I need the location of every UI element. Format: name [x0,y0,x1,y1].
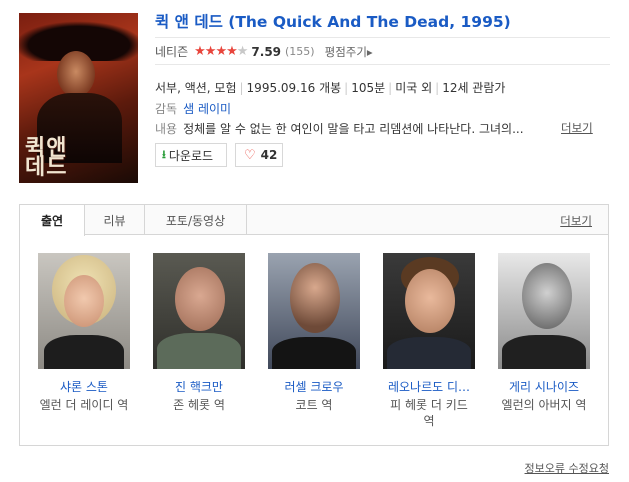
actor-photo[interactable] [383,253,475,369]
actor-name[interactable]: 샤론 스톤 [38,378,130,395]
star-icon: ★ [194,44,206,59]
rating-row: 네티즌 ★★★★★ 7.59 (155) 평점주기▸ [155,43,373,60]
age-rating: 12세 관람가 [442,81,506,95]
separator: | [344,81,349,95]
actor-photo[interactable] [498,253,590,369]
release-date: 1995.09.16 개봉 [246,81,342,95]
rating-score: 7.59 [251,44,282,59]
actor-face [290,263,340,333]
star-empty-icon: ★ [236,44,249,59]
cast-card[interactable]: 샤론 스톤 엘런 더 레이디 역 [38,253,130,413]
actor-name[interactable]: 러셀 크로우 [268,378,360,395]
actor-clothes [44,335,124,369]
actor-face [405,269,455,333]
poster-title: 퀵앤 데드 [25,135,68,180]
rating-label: 네티즌 [155,45,189,59]
actor-role: 엘런의 아버지 역 [501,398,587,412]
download-icon: ⭳ [162,147,166,161]
separator: | [239,81,244,95]
cast-card[interactable]: 진 핵크만 존 헤롯 역 [153,253,245,413]
director-label: 감독 [155,102,178,116]
poster-face [57,51,95,97]
synopsis-row: 내용 정체를 알 수 없는 한 여인이 말을 타고 리뎀션에 나타난다. 그녀의.… [155,120,524,137]
movie-title[interactable]: 퀵 앤 데드 (The Quick And The Dead, 1995) [155,10,511,32]
actor-name[interactable]: 진 핵크만 [153,378,245,395]
synopsis-more-link[interactable]: 더보기 [561,120,593,136]
tab-reviews[interactable]: 리뷰 [85,205,145,235]
cast-card[interactable]: 게리 시나이즈 엘런의 아버지 역 [498,253,590,413]
director-link[interactable]: 샘 레이미 [183,102,231,116]
separator: | [388,81,393,95]
detail-panel: 출연 리뷰 포토/동영상 더보기 샤론 스톤 엘런 더 레이디 역 진 핵크만 … [19,204,609,446]
actor-name[interactable]: 게리 시나이즈 [498,378,590,395]
actor-face [522,263,572,329]
director-row: 감독 샘 레이미 [155,100,231,117]
genre: 서부, 액션, 모험 [155,81,237,95]
like-count: 42 [260,148,278,162]
cast-card[interactable]: 레오나르도 디… 피 헤롯 더 키드 역 [383,253,475,429]
separator: | [435,81,440,95]
cast-card[interactable]: 러셀 크로우 코트 역 [268,253,360,413]
movie-meta: 서부, 액션, 모험 | 1995.09.16 개봉 | 105분 | 미국 외 | 12세 관… [155,79,505,96]
actor-photo[interactable] [268,253,360,369]
heart-icon: ♡ [244,147,256,163]
divider [155,37,610,38]
actor-role: 엘런 더 레이디 역 [39,398,129,412]
tab-photos-videos[interactable]: 포토/동영상 [145,205,247,235]
tab-more-link[interactable]: 더보기 [560,213,592,229]
actor-clothes [157,333,241,369]
actor-photo[interactable] [153,253,245,369]
like-button[interactable]: ♡ 42 [235,143,283,167]
rate-link[interactable]: 평점주기▸ [325,44,373,60]
tab-cast[interactable]: 출연 [20,205,85,236]
star-icon: ★ [204,44,217,59]
actor-clothes [502,335,586,369]
actor-role: 피 헤롯 더 키드 역 [390,398,468,428]
actor-face [64,275,104,327]
download-button[interactable]: ⭳ 다운로드 [155,143,227,167]
star-icon: ★ [215,44,227,59]
star-icon: ★ [226,44,238,59]
runtime: 105분 [351,81,386,95]
tab-bar: 출연 리뷰 포토/동영상 더보기 [20,205,608,236]
actor-clothes [272,337,356,369]
actor-face [175,267,225,331]
actor-clothes [387,337,471,369]
divider [155,64,610,65]
report-error-link[interactable]: 정보오류 수정요청 [525,460,609,476]
synopsis-label: 내용 [155,122,178,136]
actor-name[interactable]: 레오나르도 디… [383,378,475,395]
actor-role: 존 헤롯 역 [173,398,225,412]
actor-role: 코트 역 [295,398,333,412]
rating-count: (155) [285,45,315,58]
actor-photo[interactable] [38,253,130,369]
synopsis-text: 정체를 알 수 없는 한 여인이 말을 타고 리뎀션에 나타난다. 그녀의... [183,122,524,136]
country: 미국 외 [395,81,433,95]
star-rating: ★★★★★ [194,44,249,59]
movie-poster[interactable]: 퀵앤 데드 [19,13,138,183]
download-label: 다운로드 [168,148,214,163]
